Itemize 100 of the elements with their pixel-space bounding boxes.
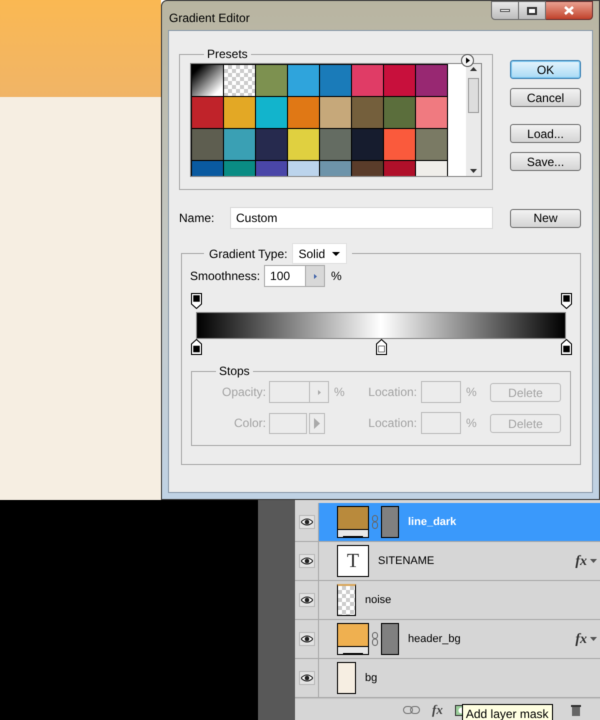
effects-label: fx <box>575 552 587 570</box>
expand-arrow-icon[interactable] <box>590 559 597 563</box>
gradient-swatch[interactable] <box>224 161 256 176</box>
gradient-swatch[interactable] <box>288 129 320 161</box>
dialog-button[interactable]: New <box>510 208 581 228</box>
layer-row[interactable]: header_bg fx <box>318 620 600 658</box>
eye-icon <box>300 518 312 526</box>
dialog-button[interactable]: Cancel <box>510 88 581 107</box>
stop-marker-icon[interactable] <box>560 293 572 309</box>
gradient-swatch[interactable] <box>192 65 224 97</box>
link-icon[interactable] <box>403 706 420 714</box>
gradient-swatch[interactable] <box>416 129 448 161</box>
gradient-swatch[interactable] <box>256 65 288 97</box>
layer-name: SITENAME <box>378 554 436 569</box>
layer-row[interactable]: bg <box>318 659 600 697</box>
minimize-button[interactable] <box>491 1 519 20</box>
dialog-button[interactable]: Save... <box>510 152 581 171</box>
field-label: Opacity: <box>220 384 266 401</box>
visibility-toggle[interactable] <box>298 515 314 529</box>
maximize-button[interactable] <box>519 1 546 20</box>
location-field[interactable] <box>421 412 461 434</box>
group-label: Stops <box>218 363 251 380</box>
group-label: Presets <box>206 46 249 63</box>
field-label: Location: <box>367 415 417 432</box>
gradient-swatch[interactable] <box>256 161 288 176</box>
gradient-swatch[interactable] <box>192 161 224 176</box>
field-label: Name: <box>179 210 216 227</box>
gradient-swatch[interactable] <box>320 65 352 97</box>
unit-label: % <box>334 384 346 401</box>
text-layer-thumbnail: T <box>337 545 369 577</box>
scrollbar[interactable] <box>466 64 481 176</box>
color-picker-button[interactable] <box>309 412 325 434</box>
visibility-toggle[interactable] <box>298 632 314 646</box>
layer-name: line_dark <box>408 514 458 530</box>
gradient-swatch[interactable] <box>416 97 448 129</box>
gradient-swatch[interactable] <box>320 161 352 176</box>
gradient-swatch[interactable] <box>384 129 416 161</box>
gradient-swatch[interactable] <box>256 97 288 129</box>
stop-marker-icon[interactable] <box>376 339 386 355</box>
play-arrow-icon <box>314 418 320 428</box>
gradient-swatch[interactable] <box>352 97 384 129</box>
stop-marker-icon[interactable] <box>560 339 572 355</box>
dropdown-arrow-icon <box>332 252 340 256</box>
gradient-type-dropdown[interactable]: Solid <box>292 243 346 264</box>
effects-label: fx <box>575 630 587 648</box>
gradient-swatch[interactable] <box>384 65 416 97</box>
effects-button[interactable]: fx <box>432 700 443 720</box>
stop-marker-icon[interactable] <box>190 339 202 355</box>
unit-label: % <box>466 415 477 432</box>
gradient-swatch[interactable] <box>384 97 416 129</box>
gradient-bar[interactable] <box>196 312 566 339</box>
gradient-swatch[interactable] <box>384 161 416 176</box>
visibility-toggle[interactable] <box>298 554 314 568</box>
gradient-swatch[interactable] <box>256 129 288 161</box>
dialog-button[interactable]: OK <box>510 60 581 79</box>
stepper-arrow-icon <box>318 390 320 394</box>
scroll-up-icon <box>470 67 477 71</box>
eye-icon <box>300 635 312 643</box>
field-label: Location: <box>367 384 417 401</box>
scroll-down-icon <box>470 169 477 173</box>
trash-icon[interactable] <box>571 704 581 716</box>
gradient-swatch[interactable] <box>288 65 320 97</box>
opacity-field[interactable] <box>269 381 329 403</box>
field-label: Gradient Type: <box>209 246 288 262</box>
gradient-swatch[interactable] <box>224 65 256 97</box>
visibility-toggle[interactable] <box>298 671 314 685</box>
gradient-swatch[interactable] <box>352 161 384 176</box>
stepper-arrow-icon <box>314 274 317 278</box>
layer-row[interactable]: noise <box>318 581 600 619</box>
eye-icon <box>300 674 312 682</box>
gradient-swatch[interactable] <box>320 129 352 161</box>
gradient-swatch[interactable] <box>352 129 384 161</box>
gradient-swatch[interactable] <box>192 129 224 161</box>
close-icon <box>564 6 574 15</box>
eye-icon <box>300 557 312 565</box>
smoothness-field[interactable]: 100 <box>264 265 326 287</box>
gradient-swatch[interactable] <box>352 65 384 97</box>
name-field[interactable]: Custom <box>230 207 493 229</box>
gradient-swatch[interactable] <box>288 161 320 176</box>
layer-name: noise <box>365 592 392 608</box>
gradient-swatch[interactable] <box>416 65 448 97</box>
stop-marker-icon[interactable] <box>190 293 202 309</box>
color-field[interactable] <box>269 412 307 434</box>
expand-arrow-icon[interactable] <box>590 637 597 641</box>
gradient-swatch[interactable] <box>192 97 224 129</box>
scrollbar-thumb[interactable] <box>468 78 479 113</box>
visibility-toggle[interactable] <box>298 593 314 607</box>
layer-name: header_bg <box>408 632 462 647</box>
gradient-swatch[interactable] <box>320 97 352 129</box>
link-icon[interactable] <box>372 632 378 646</box>
close-button[interactable] <box>546 1 593 20</box>
layer-name: bg <box>365 670 378 686</box>
gradient-swatch[interactable] <box>224 97 256 129</box>
gradient-swatch[interactable] <box>416 161 448 176</box>
gradient-swatch[interactable] <box>288 97 320 129</box>
location-field[interactable] <box>421 381 461 403</box>
dialog-button[interactable]: Load... <box>510 124 581 143</box>
unit-label: % <box>331 268 342 285</box>
gradient-swatch[interactable] <box>224 129 256 161</box>
layer-row[interactable]: T SITENAME fx <box>318 542 600 580</box>
